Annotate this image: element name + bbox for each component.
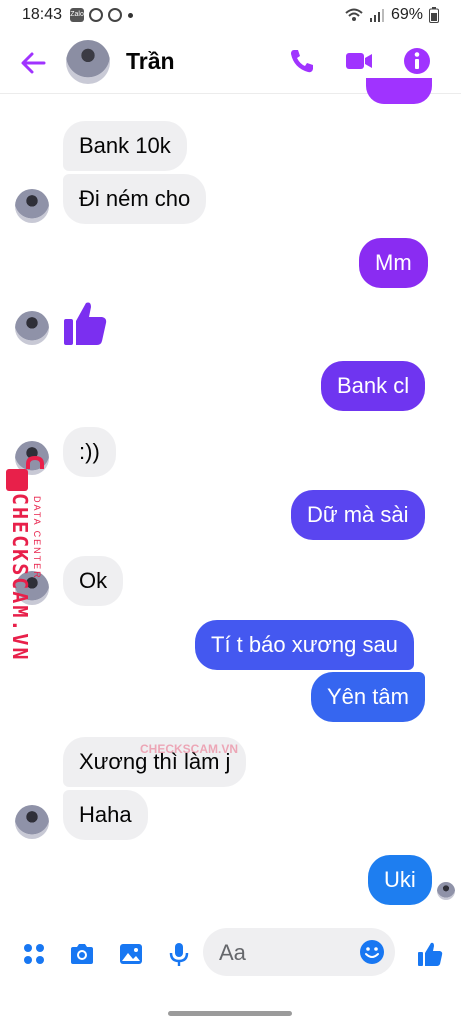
message-bubble[interactable]: Yên tâm [311, 672, 425, 722]
message-input[interactable]: Aa [203, 928, 395, 976]
message-bubble[interactable]: Bank 10k [63, 121, 187, 171]
like-button-icon[interactable] [416, 940, 444, 968]
message-text: Ok [79, 568, 108, 593]
zalo-notification-icon: Zalo [70, 8, 85, 22]
settings-notification-icon [89, 8, 104, 22]
watermark-brand: CHECKSCAM.VN [8, 493, 32, 662]
back-arrow-icon[interactable] [18, 48, 48, 78]
message-text: Mm [375, 250, 412, 275]
watermark-subtitle: DATA CENTER [32, 496, 42, 580]
message-bubble[interactable]: Đi ném cho [63, 174, 207, 224]
watermark-center-brand: CHECKSCAM.VN [140, 742, 239, 756]
message-input-placeholder: Aa [219, 940, 246, 965]
seen-receipt-avatar [437, 882, 455, 900]
message-bubble-partial[interactable] [366, 78, 432, 104]
message-bubble[interactable]: Mm [359, 238, 428, 288]
message-text: Bank cl [337, 373, 410, 398]
message-composer: Aa [0, 924, 461, 984]
thumbs-up-icon[interactable] [62, 299, 108, 347]
video-call-icon[interactable] [344, 46, 374, 76]
message-text: :)) [79, 439, 100, 464]
info-icon[interactable] [402, 46, 432, 76]
status-bar: 18:43 Zalo 69% [0, 0, 461, 30]
contact-name[interactable]: Trần [126, 48, 175, 75]
sender-avatar [15, 805, 49, 839]
message-text: Tí t báo xương sau [211, 632, 398, 657]
phone-call-icon[interactable] [287, 46, 317, 76]
wifi-icon [345, 8, 363, 21]
menu-grid-icon[interactable] [20, 940, 48, 968]
camera-icon[interactable] [68, 940, 96, 968]
battery-icon [429, 7, 439, 23]
message-bubble[interactable]: Haha [63, 790, 148, 840]
message-text: Đi ném cho [79, 186, 191, 211]
sender-avatar [15, 311, 49, 345]
message-bubble[interactable]: Bank cl [321, 361, 426, 411]
message-bubble[interactable]: Dữ mà sài [291, 490, 425, 540]
message-text: Haha [79, 802, 132, 827]
message-text: Uki [384, 867, 416, 892]
message-text: Yên tâm [327, 684, 409, 709]
message-bubble[interactable]: Tí t báo xương sau [195, 620, 414, 670]
message-bubble[interactable]: Uki [368, 855, 432, 905]
signal-icon [369, 9, 384, 22]
lock-icon [6, 455, 44, 491]
gallery-icon[interactable] [117, 940, 145, 968]
gesture-home-bar[interactable] [168, 1011, 292, 1016]
message-text: Dữ mà sài [307, 502, 409, 527]
watermark-center: CHECKSCAM.VN [140, 742, 238, 756]
message-bubble[interactable]: Ok [63, 556, 124, 606]
contact-avatar[interactable] [66, 40, 110, 84]
messenger-notification-icon [108, 8, 123, 22]
emoji-icon[interactable] [359, 939, 385, 965]
status-time: 18:43 [22, 6, 63, 23]
message-bubble[interactable]: :)) [63, 427, 116, 477]
microphone-icon[interactable] [165, 940, 193, 968]
more-notifications-dot [128, 12, 134, 18]
sender-avatar [15, 189, 49, 223]
message-text: Bank 10k [79, 133, 171, 158]
battery-level: 69% [390, 6, 423, 23]
